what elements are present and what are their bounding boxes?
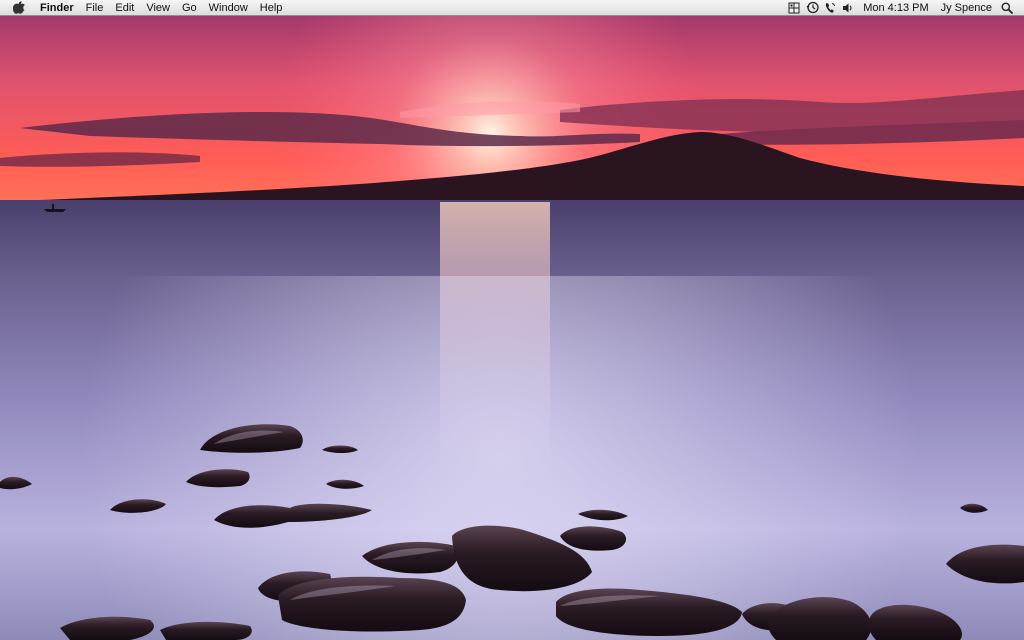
menu-clock[interactable]: Mon 4:13 PM <box>857 0 934 16</box>
menu-view[interactable]: View <box>140 0 176 16</box>
menu-bar: Finder File Edit View Go Window Help Mon… <box>0 0 1024 16</box>
menu-bar-left: Finder File Edit View Go Window Help <box>0 0 288 15</box>
apple-menu-icon[interactable] <box>12 1 26 15</box>
menu-file[interactable]: File <box>80 0 110 16</box>
menu-go[interactable]: Go <box>176 0 203 16</box>
menu-bar-right: Mon 4:13 PM Jy Spence <box>785 0 1024 15</box>
wallpaper-image <box>0 16 1024 640</box>
phone-icon[interactable] <box>821 0 839 16</box>
spaces-icon[interactable] <box>785 0 803 16</box>
menu-window[interactable]: Window <box>203 0 254 16</box>
time-machine-icon[interactable] <box>803 0 821 16</box>
menu-user-name[interactable]: Jy Spence <box>935 0 998 16</box>
volume-icon[interactable] <box>839 0 857 16</box>
menu-edit[interactable]: Edit <box>109 0 140 16</box>
desktop-wallpaper <box>0 16 1024 640</box>
spotlight-icon[interactable] <box>998 0 1016 16</box>
menu-app-finder[interactable]: Finder <box>34 0 80 16</box>
menu-help[interactable]: Help <box>254 0 289 16</box>
